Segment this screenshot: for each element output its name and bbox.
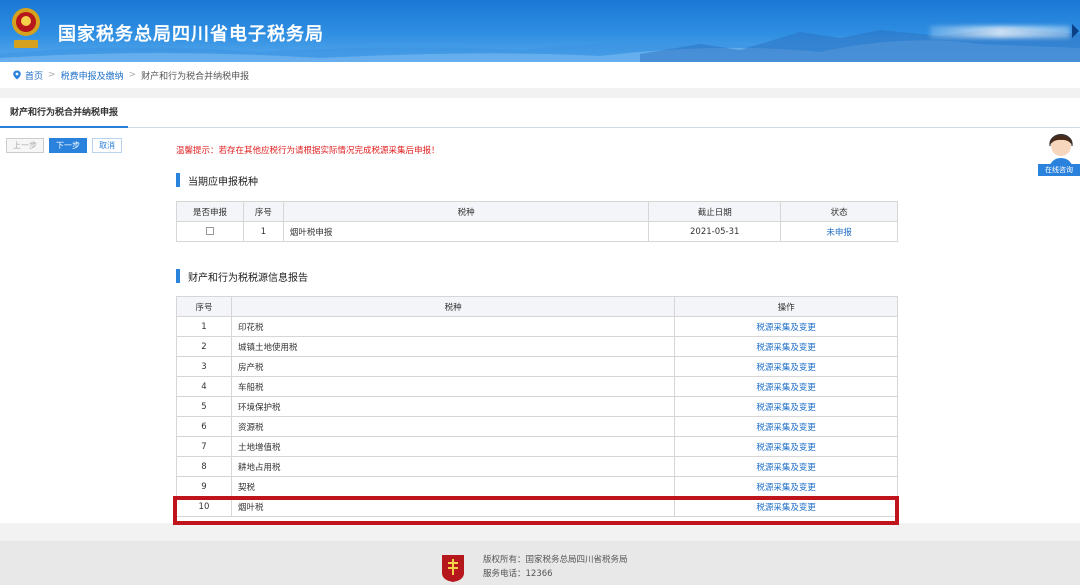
seq-cell: 8 bbox=[176, 456, 232, 477]
section-marker bbox=[176, 269, 180, 283]
tax-cell: 车船税 bbox=[230, 376, 676, 397]
status-cell: 未申报 bbox=[780, 221, 898, 242]
tax-cell: 房产税 bbox=[230, 356, 676, 377]
header-expand-icon[interactable] bbox=[1072, 24, 1079, 38]
section-current-period-title: 当期应申报税种 bbox=[176, 172, 258, 188]
table-row: 8 耕地占用税 税源采集及变更 bbox=[176, 456, 898, 477]
site-title: 国家税务总局四川省电子税务局 bbox=[58, 24, 324, 45]
action-cell: 税源采集及变更 bbox=[674, 396, 898, 417]
section-tax-source-title: 财产和行为税税源信息报告 bbox=[176, 268, 308, 284]
tax-cell: 契税 bbox=[230, 476, 676, 497]
table-header-row: 是否申报 序号 税种 截止日期 状态 bbox=[176, 201, 898, 222]
tax-cell: 环境保护税 bbox=[230, 396, 676, 417]
declare-checkbox-cell bbox=[176, 221, 244, 242]
breadcrumb-separator: > bbox=[128, 70, 137, 80]
column-header: 操作 bbox=[674, 296, 898, 317]
tax-source-collect-link[interactable]: 税源采集及变更 bbox=[756, 343, 816, 353]
table-row: 2 城镇土地使用税 税源采集及变更 bbox=[176, 336, 898, 357]
table-row: 3 房产税 税源采集及变更 bbox=[176, 356, 898, 377]
prev-step-button[interactable]: 上一步 bbox=[6, 138, 44, 153]
tax-source-collect-link[interactable]: 税源采集及变更 bbox=[756, 363, 816, 373]
table-header-row: 序号 税种 操作 bbox=[176, 296, 898, 317]
seq-cell: 6 bbox=[176, 416, 232, 437]
site-footer: 版权所有：国家税务总局四川省税务局 服务电话：12366 bbox=[0, 541, 1080, 585]
column-header: 序号 bbox=[242, 201, 284, 222]
action-cell: 税源采集及变更 bbox=[674, 336, 898, 357]
site-header: 国家税务总局四川省电子税务局 bbox=[0, 0, 1080, 62]
seq-cell: 9 bbox=[176, 476, 232, 497]
footer-copyright: 版权所有：国家税务总局四川省税务局 bbox=[483, 555, 628, 565]
warning-tip: 温馨提示：若存在其他应税行为请根据实际情况完成税源采集后申报！ bbox=[176, 146, 440, 156]
seq-cell: 1 bbox=[176, 316, 232, 337]
table-row: 6 资源税 税源采集及变更 bbox=[176, 416, 898, 437]
tax-cell: 耕地占用税 bbox=[230, 456, 676, 477]
column-header: 税种 bbox=[230, 296, 676, 317]
tab-bar: 财产和行为税合并纳税申报 bbox=[0, 98, 1080, 128]
section-title-text: 当期应申报税种 bbox=[188, 176, 258, 188]
step-buttons: 上一步 下一步 取消 bbox=[6, 138, 122, 153]
tab-combined-filing[interactable]: 财产和行为税合并纳税申报 bbox=[0, 98, 129, 128]
tax-source-collect-link[interactable]: 税源采集及变更 bbox=[756, 443, 816, 453]
table-row: 1 烟叶税申报 2021-05-31 未申报 bbox=[176, 221, 898, 242]
tax-source-collect-link[interactable]: 税源采集及变更 bbox=[756, 483, 816, 493]
declare-checkbox[interactable] bbox=[205, 227, 214, 235]
seq-cell: 2 bbox=[176, 336, 232, 357]
column-header: 序号 bbox=[176, 296, 232, 317]
status-link[interactable]: 未申报 bbox=[826, 228, 852, 238]
column-header: 状态 bbox=[780, 201, 898, 222]
footer-info: 版权所有：国家税务总局四川省税务局 服务电话：12366 bbox=[483, 553, 628, 581]
seq-cell: 1 bbox=[242, 221, 284, 242]
section-title-text: 财产和行为税税源信息报告 bbox=[188, 272, 308, 284]
tax-bureau-emblem-icon bbox=[12, 8, 40, 48]
online-consult-button[interactable]: 在线咨询 bbox=[1038, 164, 1080, 176]
location-pin-icon bbox=[13, 70, 21, 80]
current-period-table: 是否申报 序号 税种 截止日期 状态 1 烟叶税申报 2021-05-31 未申… bbox=[176, 201, 898, 242]
seq-cell: 7 bbox=[176, 436, 232, 457]
action-cell: 税源采集及变更 bbox=[674, 416, 898, 437]
column-header: 是否申报 bbox=[176, 201, 244, 222]
seq-cell: 4 bbox=[176, 376, 232, 397]
action-cell: 税源采集及变更 bbox=[674, 436, 898, 457]
table-row: 1 印花税 税源采集及变更 bbox=[176, 316, 898, 337]
tax-source-collect-link[interactable]: 税源采集及变更 bbox=[756, 383, 816, 393]
column-header: 税种 bbox=[282, 201, 650, 222]
seq-cell: 3 bbox=[176, 356, 232, 377]
highlight-box bbox=[173, 496, 899, 525]
action-cell: 税源采集及变更 bbox=[674, 376, 898, 397]
footer-phone: 服务电话：12366 bbox=[483, 569, 553, 579]
tax-cell: 土地增值税 bbox=[230, 436, 676, 457]
breadcrumb-home-link[interactable]: 首页 bbox=[25, 69, 43, 82]
footer-emblem-icon bbox=[442, 555, 464, 582]
breadcrumb: 首页 > 税费申报及缴纳 > 财产和行为税合并纳税申报 bbox=[0, 62, 1080, 88]
table-row: 4 车船税 税源采集及变更 bbox=[176, 376, 898, 397]
action-cell: 税源采集及变更 bbox=[674, 476, 898, 497]
table-row: 9 契税 税源采集及变更 bbox=[176, 476, 898, 497]
seq-cell: 5 bbox=[176, 396, 232, 417]
action-cell: 税源采集及变更 bbox=[674, 456, 898, 477]
breadcrumb-current: 财产和行为税合并纳税申报 bbox=[141, 71, 250, 82]
breadcrumb-tax-filing-link[interactable]: 税费申报及缴纳 bbox=[61, 69, 124, 82]
cancel-button[interactable]: 取消 bbox=[92, 138, 122, 153]
action-cell: 税源采集及变更 bbox=[674, 316, 898, 337]
tax-source-table: 序号 税种 操作 1 印花税 税源采集及变更 2 城镇土地使用税 税源采集及变更 3 房产… bbox=[176, 296, 898, 517]
action-cell: 税源采集及变更 bbox=[674, 356, 898, 377]
table-row: 7 土地增值税 税源采集及变更 bbox=[176, 436, 898, 457]
tax-source-collect-link[interactable]: 税源采集及变更 bbox=[756, 423, 816, 433]
tax-source-collect-link[interactable]: 税源采集及变更 bbox=[756, 403, 816, 413]
tax-cell: 烟叶税申报 bbox=[282, 221, 650, 242]
breadcrumb-separator: > bbox=[48, 70, 56, 80]
tax-source-collect-link[interactable]: 税源采集及变更 bbox=[756, 323, 816, 333]
section-marker bbox=[176, 173, 180, 187]
tax-cell: 资源税 bbox=[230, 416, 676, 437]
next-step-button[interactable]: 下一步 bbox=[49, 138, 87, 153]
tax-cell: 印花税 bbox=[230, 316, 676, 337]
tax-source-collect-link[interactable]: 税源采集及变更 bbox=[756, 463, 816, 473]
column-header: 截止日期 bbox=[648, 201, 782, 222]
table-row: 5 环境保护税 税源采集及变更 bbox=[176, 396, 898, 417]
user-info-masked[interactable] bbox=[930, 26, 1070, 38]
deadline-cell: 2021-05-31 bbox=[648, 221, 782, 242]
tax-cell: 城镇土地使用税 bbox=[230, 336, 676, 357]
